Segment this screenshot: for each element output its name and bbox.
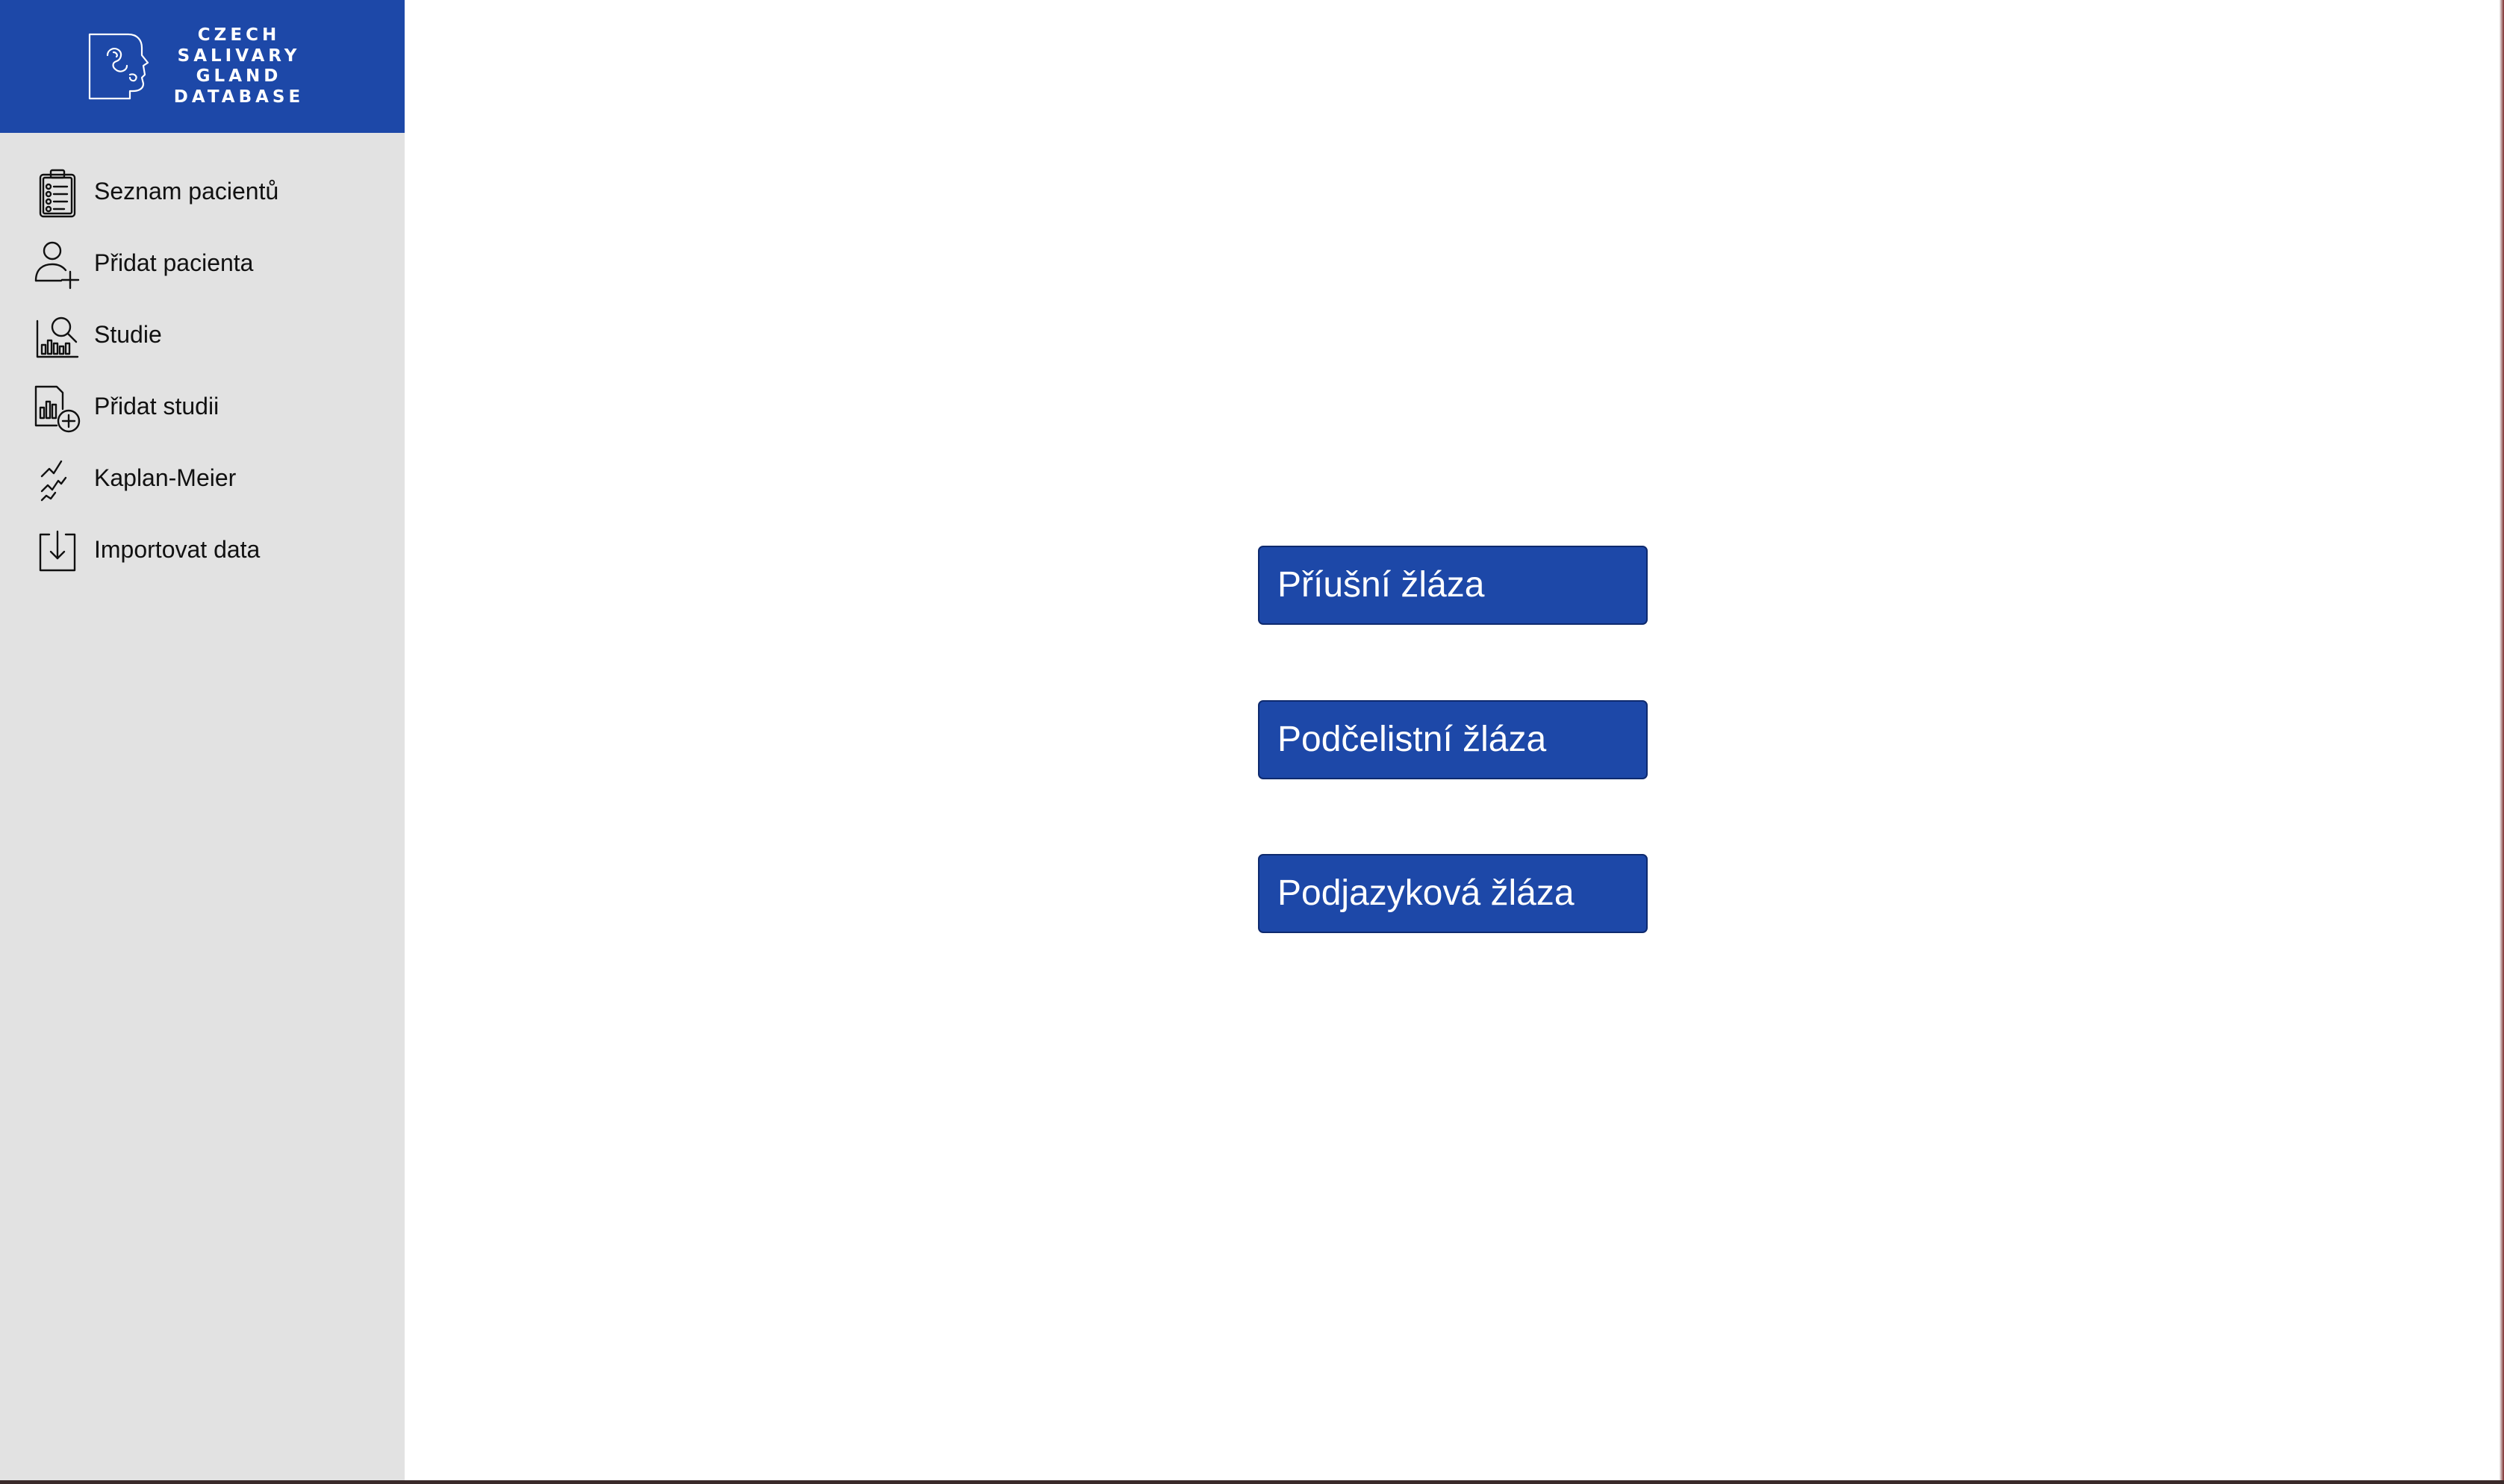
sidebar-item-label: Studie [94, 321, 162, 348]
brand-line-3: GLAND [196, 66, 282, 86]
user-add-icon [31, 239, 84, 291]
brand-line-4: DATABASE [173, 87, 305, 107]
sidebar-item-label: Seznam pacientů [94, 178, 279, 205]
sidebar-item-import-data[interactable]: Importovat data [0, 514, 405, 585]
sublingual-gland-button[interactable]: Podjazyková žláza [1258, 854, 1648, 933]
submandibular-gland-button[interactable]: Podčelistní žláza [1258, 700, 1648, 779]
sidebar-item-add-study[interactable]: Přidat studii [0, 370, 405, 442]
window-right-edge [2500, 0, 2504, 1484]
sidebar-item-label: Přidat studii [94, 393, 219, 420]
brand-title: CZECH SALIVARY GLAND DATABASE [164, 25, 314, 107]
sidebar-nav: Seznam pacientů Přidat pacienta Studie P… [0, 155, 405, 585]
brand-line-1: CZECH [197, 25, 281, 45]
clipboard-list-icon [31, 167, 84, 219]
brand-header[interactable]: CZECH SALIVARY GLAND DATABASE [0, 0, 405, 133]
sidebar-item-label: Přidat pacienta [94, 249, 254, 276]
parotid-gland-button[interactable]: Příušní žláza [1258, 546, 1648, 625]
face-profile-icon [85, 30, 154, 102]
chart-search-icon [31, 311, 84, 363]
import-download-icon [31, 526, 84, 578]
sidebar-item-label: Kaplan-Meier [94, 464, 237, 491]
window-bottom-edge [0, 1480, 2504, 1484]
line-trend-icon [31, 454, 84, 506]
brand-line-2: SALIVARY [177, 46, 301, 66]
sidebar: CZECH SALIVARY GLAND DATABASE Seznam pac… [0, 0, 405, 1484]
document-chart-add-icon [31, 382, 84, 434]
app-window: CZECH SALIVARY GLAND DATABASE Seznam pac… [0, 0, 2504, 1484]
sidebar-item-label: Importovat data [94, 536, 261, 563]
sidebar-item-patient-list[interactable]: Seznam pacientů [0, 155, 405, 227]
sidebar-item-kaplan-meier[interactable]: Kaplan-Meier [0, 442, 405, 514]
sidebar-item-studies[interactable]: Studie [0, 299, 405, 370]
sidebar-item-add-patient[interactable]: Přidat pacienta [0, 227, 405, 299]
